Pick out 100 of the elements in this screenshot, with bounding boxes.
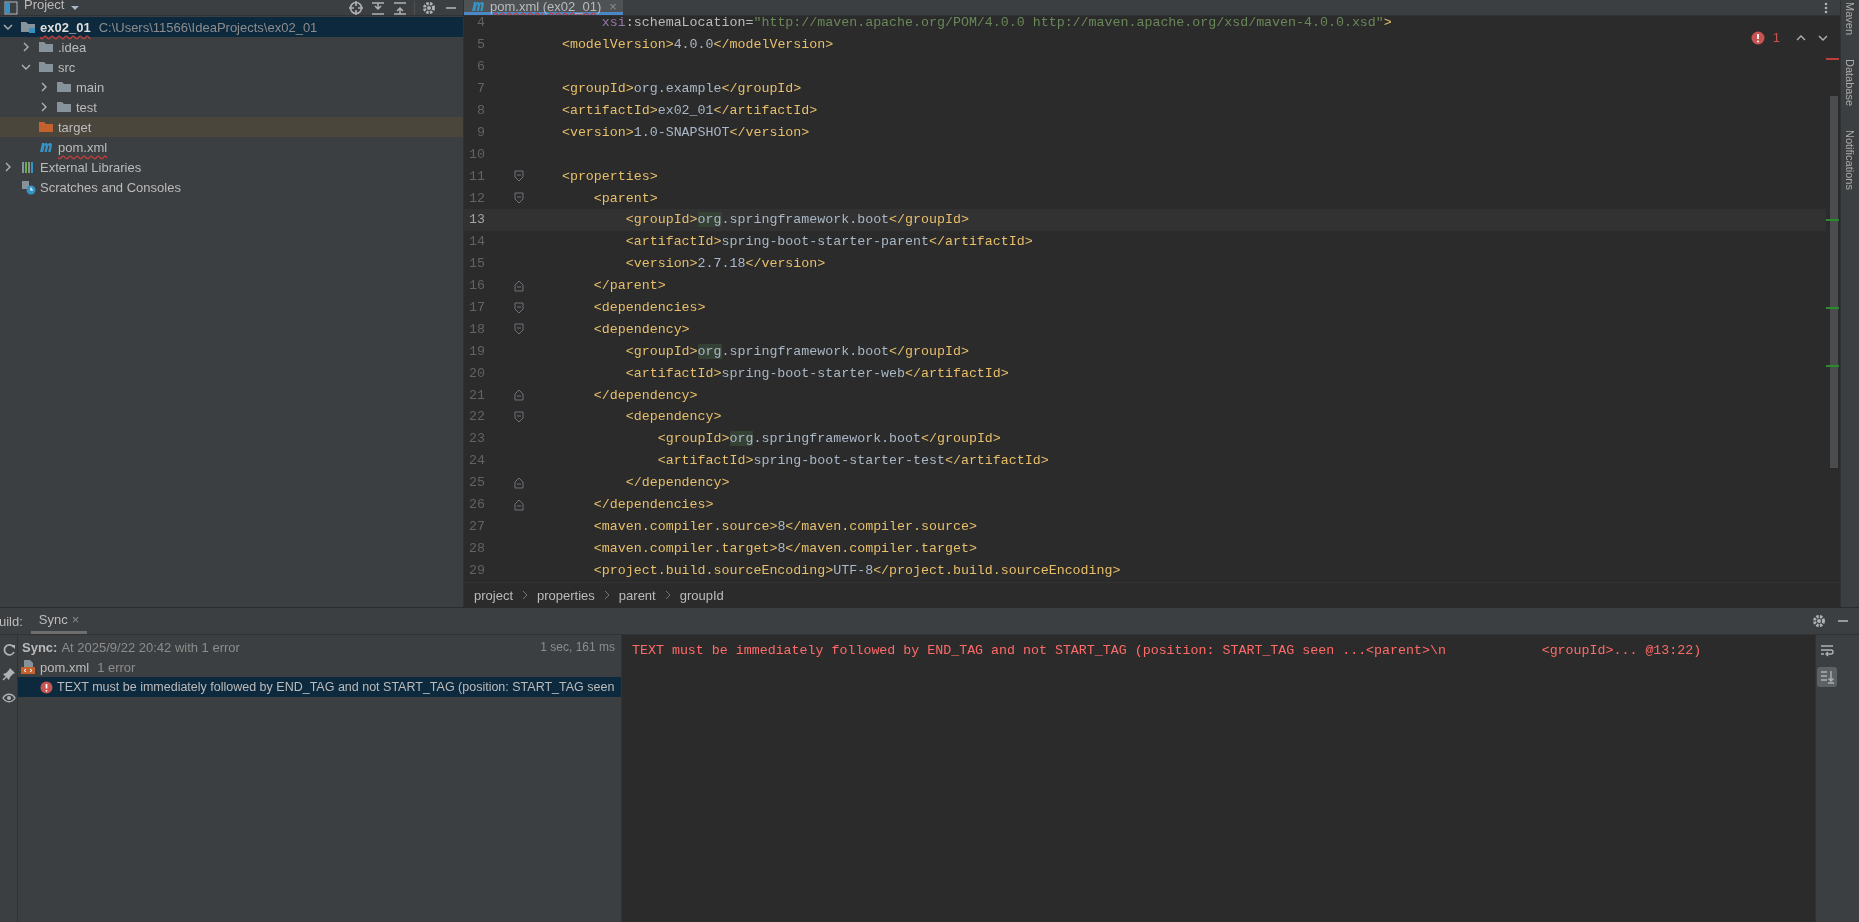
folder-icon: [38, 39, 54, 55]
breadcrumb-item[interactable]: parent: [618, 587, 656, 603]
line-number: 12: [468, 190, 485, 206]
folder-icon: [20, 19, 36, 35]
tool-window-tab[interactable]: Notifications: [1844, 130, 1856, 191]
line-number: 4: [476, 16, 485, 31]
code-line: </dependency>: [624, 475, 730, 491]
line-number: 24: [468, 453, 485, 469]
tree-item[interactable]: test: [0, 97, 463, 117]
folder-icon: [38, 59, 54, 75]
build-item[interactable]: Sync: At 2025/9/22 20:42 with 1 error 1 sec, 161 ms: [18, 637, 621, 657]
fold-icon[interactable]: [514, 170, 524, 183]
settings-icon[interactable]: [1811, 613, 1827, 629]
build-item[interactable]: TEXT must be immediately followed by END_TAG and not START_TAG (position: START_TAG seen: [18, 677, 621, 697]
code-line: <version>2.7.18</version>: [624, 256, 826, 272]
code-line: <dependency>: [624, 409, 722, 425]
line-number: 16: [468, 278, 485, 294]
line-number: 13: [468, 212, 485, 228]
chevron-right-icon[interactable]: [664, 590, 671, 600]
folder-icon: [56, 99, 72, 115]
tree-item[interactable]: src: [0, 57, 463, 77]
pin-icon[interactable]: [1, 667, 16, 681]
tool-window-tab[interactable]: Maven: [1844, 2, 1856, 36]
code-line: <parent>: [592, 190, 658, 206]
error-icon[interactable]: [1750, 30, 1765, 45]
expand-all-icon[interactable]: [370, 0, 386, 15]
code-line: <groupId>org.example</groupId>: [560, 81, 802, 97]
tree-item[interactable]: target: [0, 117, 463, 137]
breadcrumb-item[interactable]: groupId: [679, 587, 724, 603]
fold-icon[interactable]: [514, 498, 524, 511]
code-line: <modelVersion>4.0.0</modelVersion>: [560, 37, 834, 53]
line-number: 11: [468, 168, 485, 184]
line-number: 21: [468, 387, 485, 403]
scroll-to-end-button[interactable]: [1817, 667, 1837, 687]
folder-icon: [56, 79, 72, 95]
chevron-right-icon[interactable]: [603, 590, 610, 600]
code-line: <maven.compiler.target>8</maven.compiler.target>: [592, 540, 977, 556]
code-line: <properties>: [560, 168, 658, 184]
eye-icon[interactable]: [1, 691, 16, 705]
fold-icon[interactable]: [514, 301, 524, 314]
libraries-icon: [20, 159, 36, 175]
fold-icon[interactable]: [514, 476, 524, 489]
tree-item[interactable]: pom.xml: [0, 137, 463, 157]
code-line: <project.build.sourceEncoding>UTF-8</project.build.sourceEncoding>: [592, 562, 1121, 578]
code-line: <artifactId>spring-boot-starter-test</artifactId>: [656, 453, 1049, 469]
code-line: </dependencies>: [592, 497, 714, 513]
editor-tab[interactable]: pom.xml (ex02_01) ×: [464, 0, 623, 15]
fold-icon[interactable]: [514, 192, 524, 205]
panel-title: uild:: [0, 613, 23, 629]
locate-icon[interactable]: [348, 0, 364, 15]
code-line: <maven.compiler.source>8</maven.compiler.source>: [592, 518, 977, 534]
build-item[interactable]: pom.xml 1 error: [18, 657, 621, 677]
code-line: <artifactId>spring-boot-starter-web</artifactId>: [624, 365, 1009, 381]
tree-item[interactable]: Scratches and Consoles: [0, 177, 463, 197]
xml-file-icon: [20, 659, 36, 675]
code-line: xsi:schemaLocation="http://maven.apache.org/POM/4.0.0 http://maven.apache.org/xsd/maven-4.0.0.xsd">: [600, 16, 1392, 31]
code-line: <version>1.0-SNAPSHOT</version>: [560, 124, 810, 140]
tree-item[interactable]: External Libraries: [0, 157, 463, 177]
line-number: 14: [468, 234, 485, 250]
error-message: TEXT must be immediately followed by END_TAG and not START_TAG (position: START_TAG seen ...<parent>\n <groupId>... @13:22): [632, 643, 1703, 658]
dropdown-caret-icon[interactable]: [70, 3, 81, 12]
tree-item[interactable]: main: [0, 77, 463, 97]
line-number: 22: [468, 409, 485, 425]
close-icon[interactable]: ×: [71, 612, 80, 627]
folder-icon: [38, 119, 54, 135]
tree-item[interactable]: ex02_01 C:\Users\11566\IdeaProjects\ex02_01: [0, 17, 463, 37]
duration-text: 1 sec, 161 ms: [540, 640, 615, 654]
breadcrumb-item[interactable]: properties: [537, 587, 595, 603]
code-line: </parent>: [592, 278, 666, 294]
project-icon[interactable]: [4, 0, 18, 15]
path-text: C:\Users\11566\IdeaProjects\ex02_01: [98, 19, 318, 35]
scratches-icon: [20, 179, 36, 195]
code-line: <dependency>: [592, 321, 690, 337]
fold-icon[interactable]: [514, 323, 524, 336]
error-icon: [40, 680, 53, 694]
breadcrumb-item[interactable]: project: [474, 587, 514, 603]
more-icon[interactable]: [1822, 1, 1830, 15]
code-line: <groupId>org.springframework.boot</groupId>: [656, 431, 1001, 447]
line-number: 20: [468, 365, 485, 381]
tool-window-tab[interactable]: Database: [1844, 59, 1856, 107]
refresh-icon[interactable]: [1, 643, 16, 657]
line-number: 8: [476, 103, 485, 118]
code-line: <artifactId>ex02_01</artifactId>: [560, 103, 818, 118]
code-line: <groupId>org.springframework.boot</groupId>: [624, 343, 969, 359]
line-number: 18: [468, 321, 485, 337]
fold-icon[interactable]: [514, 279, 524, 292]
line-number: 29: [468, 562, 485, 578]
code-line: <artifactId>spring-boot-starter-parent</artifactId>: [624, 234, 1033, 250]
error-count[interactable]: 1: [1772, 30, 1780, 45]
fold-icon[interactable]: [514, 389, 524, 402]
tree-item[interactable]: .idea: [0, 37, 463, 57]
panel-title[interactable]: Project: [24, 0, 65, 12]
panel-tab[interactable]: Sync ×: [30, 608, 88, 634]
fold-icon[interactable]: [514, 410, 524, 423]
collapse-all-icon[interactable]: [392, 0, 408, 15]
line-number: 7: [476, 81, 485, 97]
code-line: </dependency>: [592, 387, 698, 403]
chevron-right-icon[interactable]: [522, 590, 529, 600]
line-number: 15: [468, 256, 485, 272]
settings-icon[interactable]: [421, 0, 437, 15]
